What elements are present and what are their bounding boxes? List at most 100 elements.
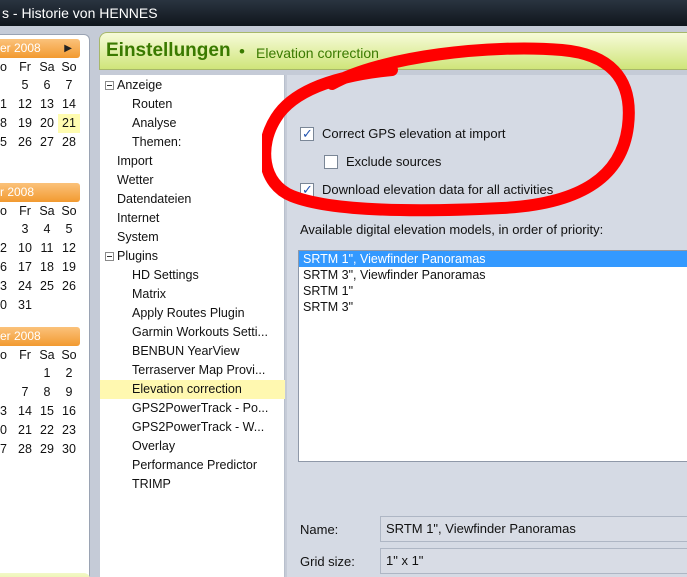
tree-item-label: GPS2PowerTrack - Po...	[132, 401, 269, 415]
calendar-day[interactable]: 19	[14, 114, 36, 133]
tree-item[interactable]: System	[100, 228, 285, 247]
calendar-day[interactable]: 1	[0, 95, 14, 114]
calendar-day[interactable]: 28	[58, 133, 80, 152]
calendar-day[interactable]: 1	[36, 364, 58, 383]
calendar-day[interactable]: 25	[36, 277, 58, 296]
download-elevation-row[interactable]: Download elevation data for all activiti…	[300, 180, 553, 200]
calendar-month-header[interactable]: er 2008 ▶	[0, 39, 80, 58]
calendar-day[interactable]: 5	[0, 133, 14, 152]
tree-item[interactable]: Internet	[100, 209, 285, 228]
calendar-day[interactable]: 26	[14, 133, 36, 152]
tree-item[interactable]: Import	[100, 152, 285, 171]
calendar-day[interactable]: 15	[36, 402, 58, 421]
tree-item[interactable]: Routen	[100, 95, 285, 114]
elevation-settings-panel: Correct GPS elevation at import Exclude …	[287, 75, 687, 577]
calendar-day[interactable]: 13	[36, 95, 58, 114]
bottom-panel-tab[interactable]: gen	[0, 573, 90, 577]
calendar-day[interactable]: 6	[0, 258, 14, 277]
tree-item[interactable]: GPS2PowerTrack - W...	[100, 418, 285, 437]
calendar-day[interactable]: 3	[14, 220, 36, 239]
settings-area: Einstellungen • Elevation correction Anz…	[96, 26, 687, 577]
calendar-weekday: o	[0, 348, 7, 362]
calendar-day[interactable]: 21	[58, 114, 80, 133]
calendar-day[interactable]: 7	[14, 383, 36, 402]
calendar-day[interactable]: 28	[14, 440, 36, 459]
dem-listbox[interactable]: SRTM 1", Viewfinder Panoramas SRTM 3", Vi…	[298, 250, 687, 462]
tree-item[interactable]: Themen:	[100, 133, 285, 152]
calendar-day[interactable]: 21	[14, 421, 36, 440]
tree-item[interactable]: Elevation correction	[100, 380, 285, 399]
calendar-day[interactable]: 22	[36, 421, 58, 440]
calendar-day[interactable]: 9	[58, 383, 80, 402]
calendar-day[interactable]: 8	[36, 383, 58, 402]
collapse-icon[interactable]	[105, 81, 114, 90]
tree-item[interactable]: TRIMP	[100, 475, 285, 494]
calendar-day[interactable]: 17	[14, 258, 36, 277]
calendar-day[interactable]: 8	[0, 114, 14, 133]
calendar-day[interactable]: 19	[58, 258, 80, 277]
calendar-day[interactable]: 14	[14, 402, 36, 421]
calendar-day[interactable]: 12	[14, 95, 36, 114]
tree-item[interactable]: Terraserver Map Provi...	[100, 361, 285, 380]
calendar-day[interactable]: 31	[14, 296, 36, 315]
calendar-day[interactable]: 26	[58, 277, 80, 296]
tree-item[interactable]: Plugins	[100, 247, 285, 266]
calendar-week-row: 2 10 11 12	[0, 239, 80, 258]
calendar-day[interactable]: 10	[14, 239, 36, 258]
dem-list-item[interactable]: SRTM 1"	[299, 283, 687, 299]
tree-item[interactable]: Apply Routes Plugin	[100, 304, 285, 323]
tree-item[interactable]: Anzeige	[100, 76, 285, 95]
exclude-sources-row[interactable]: Exclude sources	[324, 152, 441, 172]
tree-item[interactable]: Analyse	[100, 114, 285, 133]
tree-item[interactable]: Wetter	[100, 171, 285, 190]
calendar-day[interactable]: 2	[58, 364, 80, 383]
calendar-day[interactable]: 7	[0, 440, 14, 459]
calendar-day	[0, 220, 14, 239]
calendar-day[interactable]: 12	[58, 239, 80, 258]
dem-list-item[interactable]: SRTM 3", Viewfinder Panoramas	[299, 267, 687, 283]
tree-item[interactable]: Matrix	[100, 285, 285, 304]
tree-item[interactable]: BENBUN YearView	[100, 342, 285, 361]
tree-item[interactable]: Performance Predictor	[100, 456, 285, 475]
calendar-day[interactable]: 23	[58, 421, 80, 440]
tree-item[interactable]: GPS2PowerTrack - Po...	[100, 399, 285, 418]
dem-list-item[interactable]: SRTM 3"	[299, 299, 687, 315]
calendar-day[interactable]: 0	[0, 421, 14, 440]
calendar-month-header[interactable]: er 2008	[0, 327, 80, 346]
tree-item-label: TRIMP	[132, 477, 171, 491]
calendar-day[interactable]: 3	[0, 277, 14, 296]
tree-item[interactable]: HD Settings	[100, 266, 285, 285]
correct-gps-checkbox[interactable]	[300, 124, 314, 144]
calendar-day[interactable]: 7	[58, 76, 80, 95]
calendar-day[interactable]: 5	[58, 220, 80, 239]
tree-item-label: Garmin Workouts Setti...	[132, 325, 268, 339]
calendar-day[interactable]: 11	[36, 239, 58, 258]
collapse-icon[interactable]	[105, 252, 114, 261]
download-elevation-checkbox[interactable]	[300, 180, 314, 200]
grid-size-field[interactable]: 1" x 1"	[380, 548, 687, 574]
tree-item[interactable]: Garmin Workouts Setti...	[100, 323, 285, 342]
settings-header: Einstellungen • Elevation correction	[99, 32, 687, 70]
name-field[interactable]: SRTM 1", Viewfinder Panoramas	[380, 516, 687, 542]
calendar-day[interactable]: 0	[0, 296, 14, 315]
calendar-day[interactable]: 3	[0, 402, 14, 421]
calendar-day[interactable]: 6	[36, 76, 58, 95]
calendar-day[interactable]: 16	[58, 402, 80, 421]
correct-gps-row[interactable]: Correct GPS elevation at import	[300, 124, 506, 144]
calendar-day[interactable]: 29	[36, 440, 58, 459]
calendar-day[interactable]: 24	[14, 277, 36, 296]
calendar-day[interactable]: 30	[58, 440, 80, 459]
calendar-day[interactable]: 20	[36, 114, 58, 133]
calendar-day[interactable]: 14	[58, 95, 80, 114]
calendar-day[interactable]: 27	[36, 133, 58, 152]
exclude-sources-checkbox[interactable]	[324, 155, 338, 169]
tree-item[interactable]: Overlay	[100, 437, 285, 456]
tree-item[interactable]: Datendateien	[100, 190, 285, 209]
next-month-arrow-icon[interactable]: ▶	[64, 39, 72, 58]
calendar-day[interactable]: 5	[14, 76, 36, 95]
calendar-day[interactable]: 18	[36, 258, 58, 277]
calendar-day[interactable]: 4	[36, 220, 58, 239]
calendar-day[interactable]: 2	[0, 239, 14, 258]
calendar-month-header[interactable]: r 2008	[0, 183, 80, 202]
dem-list-item[interactable]: SRTM 1", Viewfinder Panoramas	[299, 251, 687, 267]
